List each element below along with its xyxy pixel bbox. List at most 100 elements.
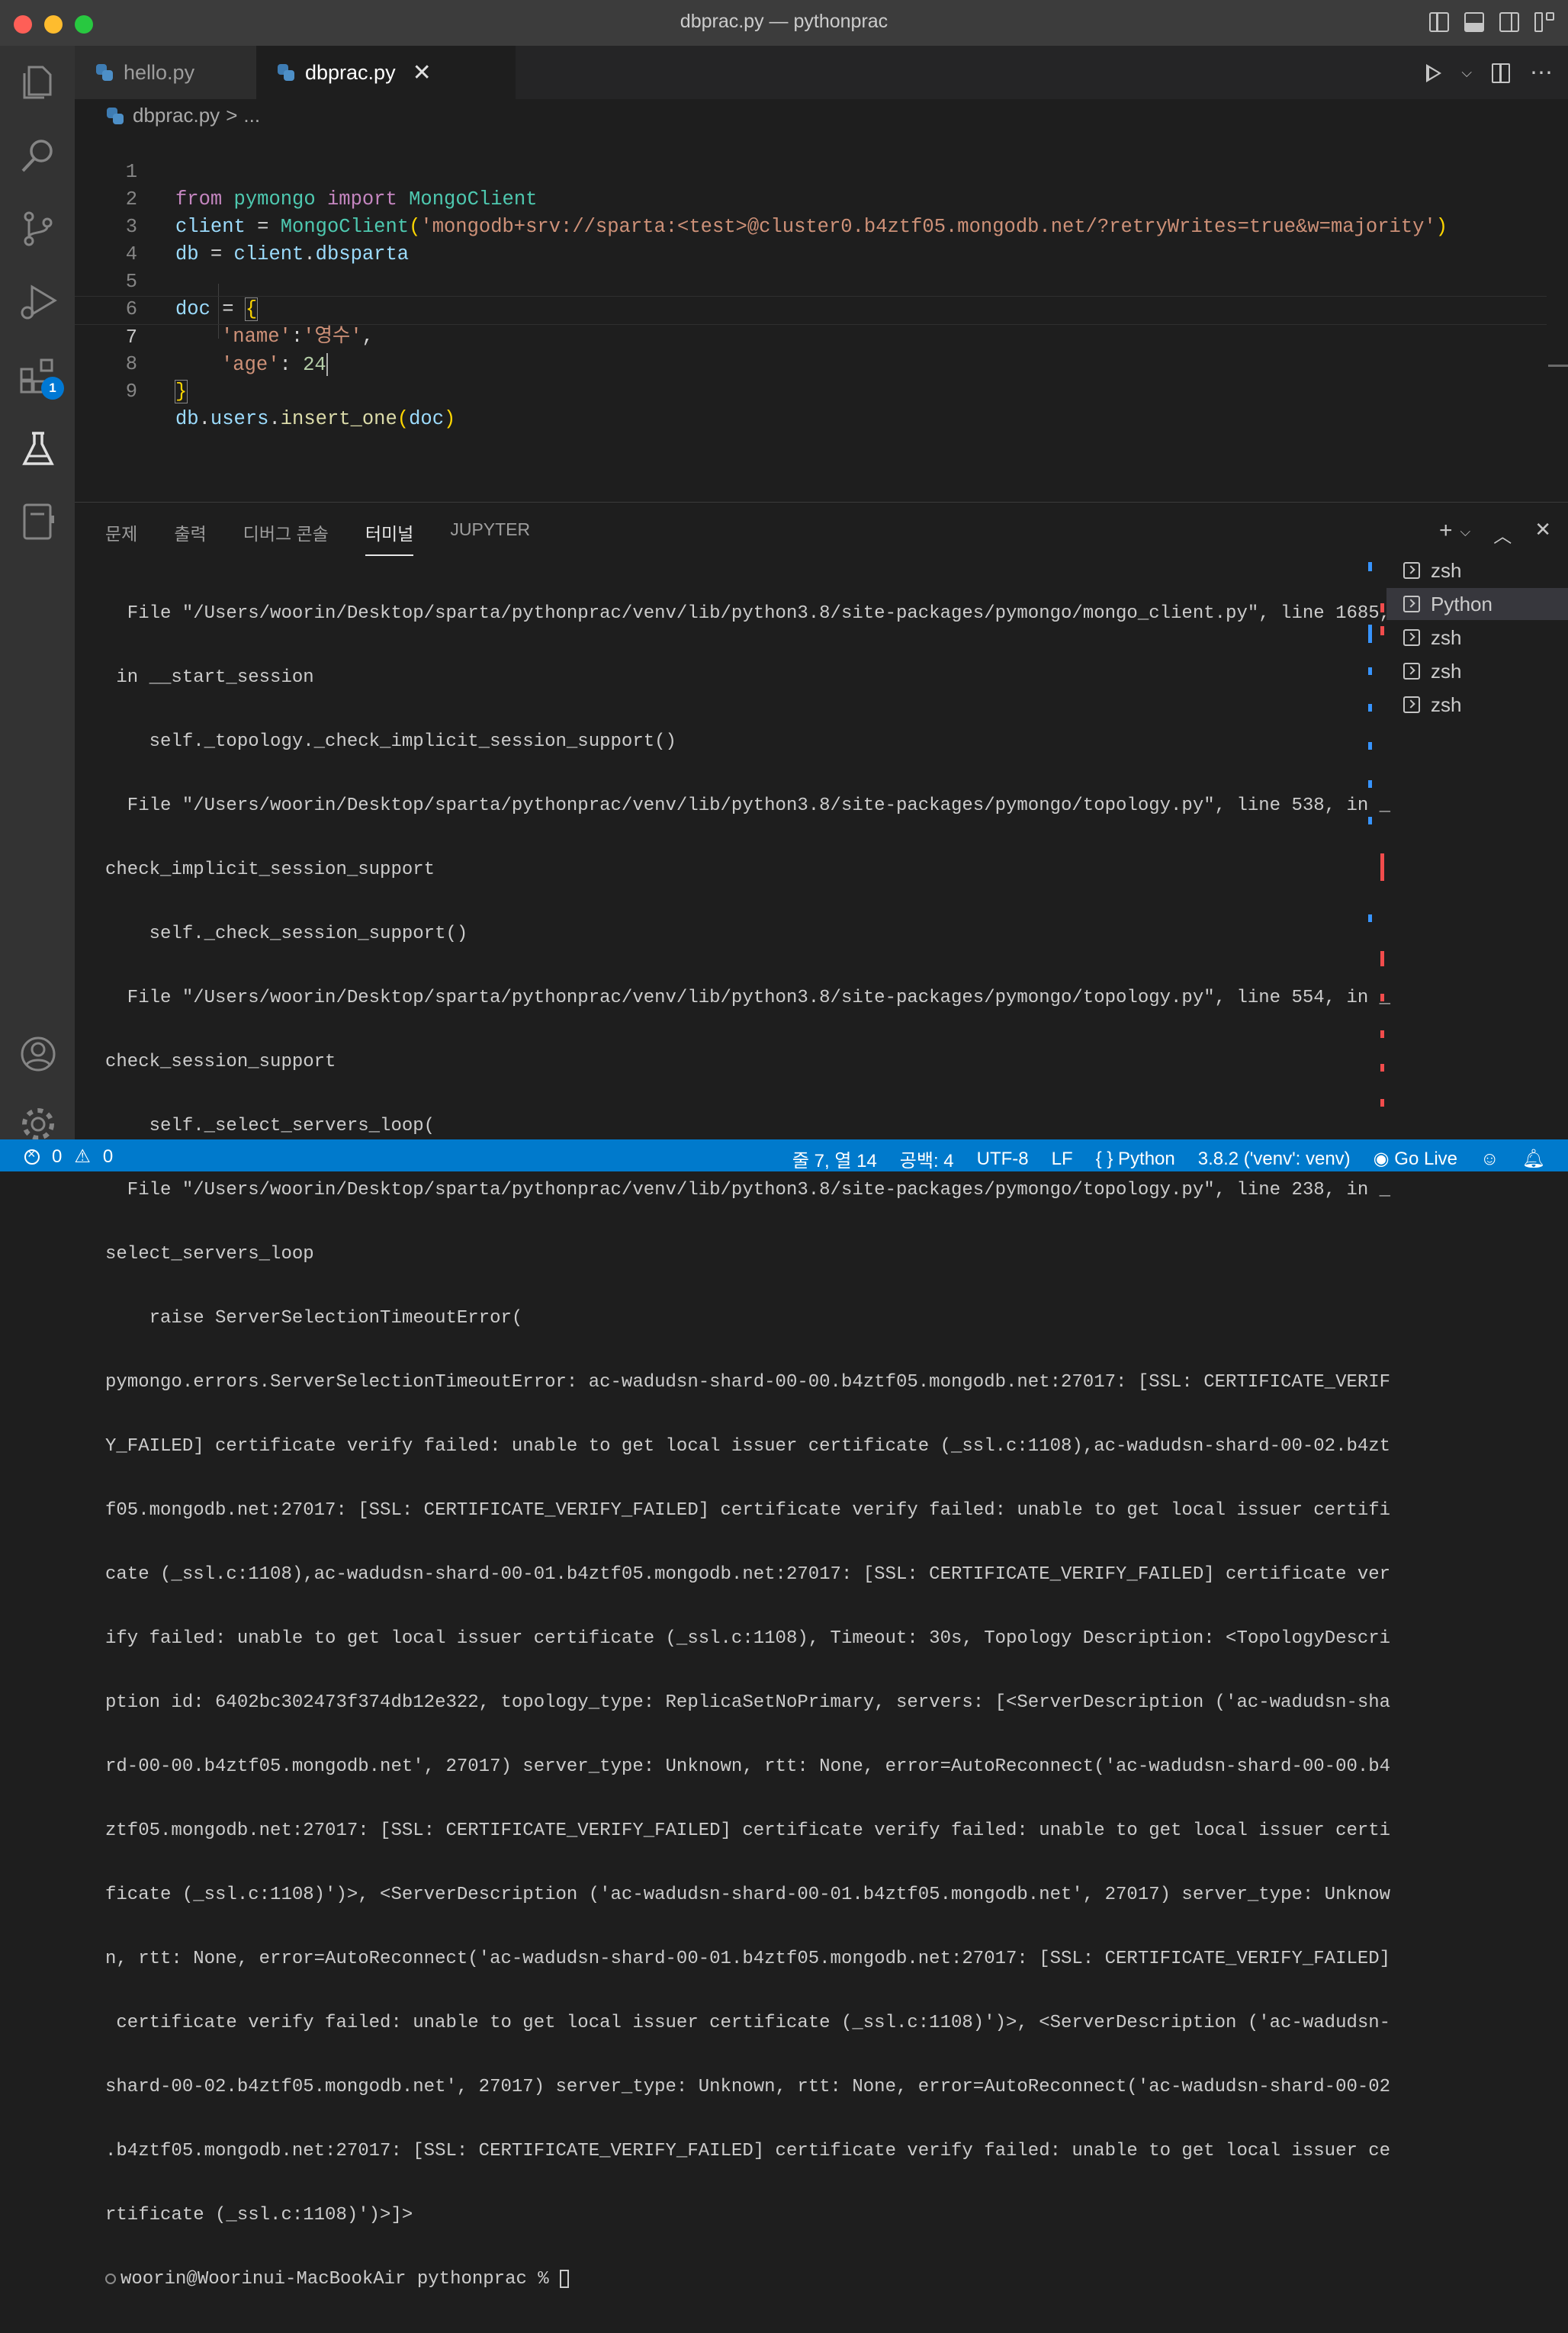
terminal-item-zsh[interactable]: zsh (1386, 655, 1568, 687)
extensions-icon[interactable]: 1 (18, 355, 64, 400)
terminal-cursor (560, 2269, 570, 2288)
tab-output[interactable]: 출력 (174, 519, 206, 556)
terminal-prompt: woorin@Woorinui-MacBookAir pythonprac % (120, 2269, 561, 2290)
source-control-icon[interactable] (18, 209, 58, 249)
terminal-item-python[interactable]: Python (1386, 588, 1568, 620)
accounts-icon[interactable] (18, 1034, 58, 1074)
close-panel-icon[interactable]: ✕ (1534, 518, 1551, 548)
terminal-line: select_servers_loop (105, 1244, 314, 1265)
language-mode[interactable]: { } Python (1096, 1149, 1175, 1170)
extensions-badge: 1 (41, 377, 64, 400)
run-options-chevron-down-icon[interactable]: ⌵ (1461, 65, 1472, 81)
tab-hello-py[interactable]: hello.py (75, 46, 256, 99)
maximize-panel-chevron-up-icon[interactable]: ︿ (1493, 521, 1512, 548)
run-python-file-icon[interactable] (1426, 63, 1442, 82)
terminal-line: cate (_ssl.c:1108),ac-wadudsn-shard-00-0… (105, 1564, 1391, 1585)
code-editor[interactable]: 1 from pymongo import MongoClient 2 clie… (75, 131, 1568, 502)
settings-gear-icon[interactable] (18, 1104, 58, 1144)
close-tab-icon[interactable]: ✕ (413, 59, 432, 86)
token: ( (397, 408, 410, 430)
token: . (268, 408, 281, 430)
terminal-line: check_implicit_session_support (105, 860, 435, 880)
split-editor-icon[interactable] (1492, 63, 1510, 83)
customize-layout-icon[interactable] (1534, 12, 1554, 32)
testing-flask-icon[interactable] (18, 429, 58, 468)
window-title: dbprac.py — pythonprac (680, 11, 888, 32)
panel-tabs: 문제 출력 디버그 콘솔 터미널 JUPYTER (105, 519, 530, 556)
terminal-item-zsh[interactable]: zsh (1386, 554, 1568, 586)
status-right-items: 줄 7, 열 14 공백: 4 UTF-8 LF { } Python 3.8.… (792, 1146, 1545, 1172)
tab-dbprac-py[interactable]: dbprac.py ✕ (256, 46, 516, 99)
prompt-status-icon (105, 2273, 116, 2284)
new-terminal-plus-icon[interactable]: + (1439, 518, 1453, 548)
terminal-line: rtificate (_ssl.c:1108)')>]> (105, 2205, 413, 2225)
terminal-line: shard-00-02.b4ztf05.mongodb.net', 27017)… (105, 2077, 1391, 2097)
error-icon (24, 1146, 40, 1165)
toggle-panel-icon[interactable] (1464, 12, 1484, 32)
terminal-line: self._check_session_support() (105, 924, 468, 944)
more-actions-icon[interactable]: ⋯ (1530, 59, 1553, 86)
search-icon[interactable] (18, 136, 58, 175)
token: ) (444, 408, 456, 430)
status-problems[interactable]: 0 ⚠ 0 (24, 1146, 113, 1168)
terminal-line: File "/Users/woorin/Desktop/sparta/pytho… (105, 795, 1391, 816)
broadcast-icon: ◉ (1373, 1149, 1390, 1169)
terminal-line: rd-00-00.b4ztf05.mongodb.net', 27017) se… (105, 1756, 1391, 1777)
terminal-output[interactable]: File "/Users/woorin/Desktop/sparta/pytho… (105, 561, 1432, 2333)
encoding[interactable]: UTF-8 (977, 1149, 1029, 1170)
terminal-icon (1403, 596, 1420, 612)
terminal-line: File "/Users/woorin/Desktop/sparta/pytho… (105, 603, 1391, 624)
tab-problems[interactable]: 문제 (105, 519, 137, 556)
line-number: 9 (125, 381, 137, 403)
terminal-line: ficate (_ssl.c:1108)')>, <ServerDescript… (105, 1885, 1391, 1905)
token: users (210, 408, 269, 430)
code-line: 4 (75, 214, 1547, 265)
run-debug-icon[interactable] (18, 282, 58, 322)
feedback-icon[interactable]: ☺ (1480, 1149, 1499, 1170)
go-live-button[interactable]: ◉ Go Live (1374, 1148, 1457, 1170)
terminal-line: certificate verify failed: unable to get… (105, 2013, 1391, 2033)
terminal-item-zsh[interactable]: zsh (1386, 689, 1568, 721)
terminal-line: Y_FAILED] certificate verify failed: una… (105, 1436, 1391, 1457)
python-file-icon (107, 107, 124, 124)
breadcrumb: dbprac.py > ... (107, 104, 260, 127)
notifications-bell-icon[interactable]: 🔔︎ (1522, 1148, 1545, 1170)
end-of-line[interactable]: LF (1052, 1149, 1073, 1170)
terminal-icon (1403, 629, 1420, 646)
breadcrumb-symbols[interactable]: ... (243, 104, 260, 127)
terminal-line: raise ServerSelectionTimeoutError( (105, 1308, 523, 1329)
code-line: 9 db.users.insert_one(doc) (75, 351, 1547, 430)
terminal-line: check_session_support (105, 1052, 336, 1072)
language-label: Python (1118, 1148, 1175, 1169)
terminal-name: Python (1431, 592, 1492, 615)
explorer-icon[interactable] (18, 63, 58, 102)
status-bar: 0 ⚠ 0 줄 7, 열 14 공백: 4 UTF-8 LF { } Pytho… (0, 1139, 1568, 1171)
error-count: 0 (52, 1146, 63, 1167)
terminal-list: zsh Python zsh zsh zsh (1386, 554, 1568, 1149)
token: doc (409, 408, 445, 430)
notebook-icon[interactable] (18, 502, 58, 541)
tab-terminal[interactable]: 터미널 (365, 519, 414, 556)
activity-bar: 1 (0, 46, 75, 1140)
token: } (174, 380, 188, 403)
tab-jupyter[interactable]: JUPYTER (450, 519, 530, 556)
bottom-panel: 문제 출력 디버그 콘솔 터미널 JUPYTER + ⌵ ︿ ✕ File "/… (75, 502, 1568, 2290)
terminal-profile-chevron-down-icon[interactable]: ⌵ (1460, 524, 1471, 548)
terminal-name: zsh (1431, 558, 1462, 582)
terminal-name: zsh (1431, 693, 1462, 716)
go-live-label: Go Live (1394, 1149, 1458, 1169)
indentation[interactable]: 공백: 4 (900, 1146, 954, 1172)
terminal-line: .b4ztf05.mongodb.net:27017: [SSL: CERTIF… (105, 2141, 1391, 2161)
cursor-position[interactable]: 줄 7, 열 14 (792, 1146, 877, 1172)
terminal-item-zsh[interactable]: zsh (1386, 622, 1568, 654)
layout-controls (1429, 12, 1554, 32)
python-file-icon (96, 64, 113, 81)
python-file-icon (278, 64, 294, 81)
python-interpreter[interactable]: 3.8.2 ('venv': venv) (1198, 1149, 1351, 1170)
tab-debug-console[interactable]: 디버그 콘솔 (243, 519, 329, 556)
code-line: 5 doc = { (75, 241, 1547, 321)
breadcrumb-file[interactable]: dbprac.py (133, 104, 220, 127)
toggle-primary-sidebar-icon[interactable] (1429, 12, 1449, 32)
toggle-secondary-sidebar-icon[interactable] (1499, 12, 1519, 32)
vscode-window: dbprac.py — pythonprac 1 hello.py dbprac… (0, 0, 1568, 2290)
